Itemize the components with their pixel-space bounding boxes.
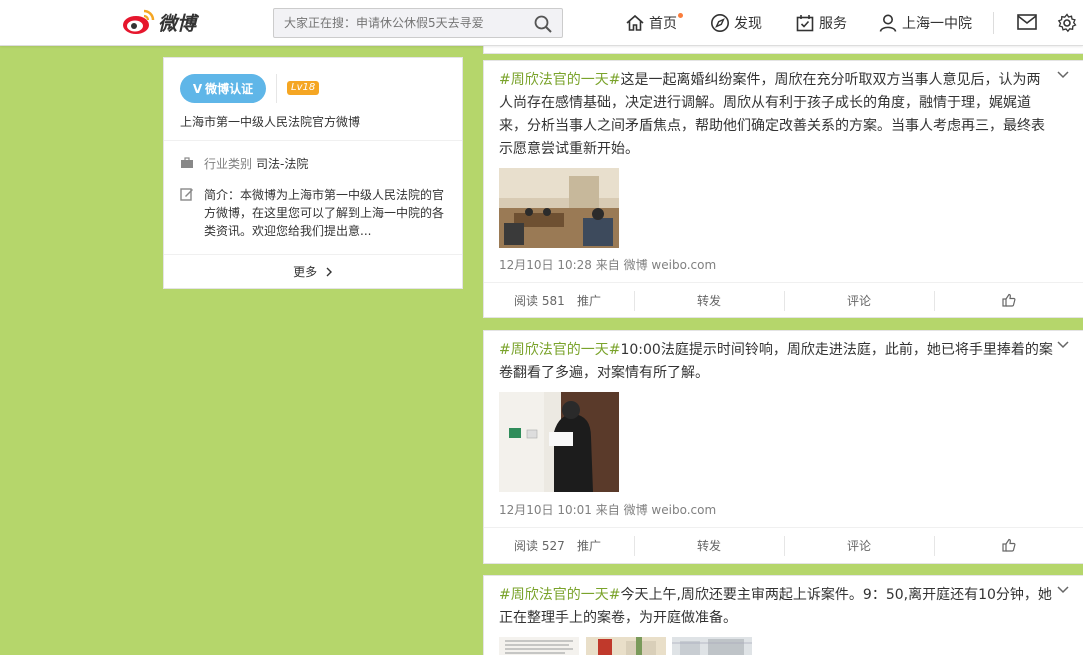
post-image[interactable] — [672, 637, 752, 655]
verified-v-icon: V — [192, 81, 203, 96]
post-time[interactable]: 12月10日 10:28 — [499, 258, 592, 272]
more-label: 更多 — [293, 265, 318, 279]
briefcase-icon — [181, 157, 193, 168]
profile-card: V 微博认证 Lv18 上海市第一中级人民法院官方微博 行业类别 司法-法院 简… — [163, 57, 463, 289]
home-icon — [626, 14, 644, 31]
notification-dot — [678, 13, 683, 18]
post-actions: 阅读 581 推广 转发 评论 — [484, 282, 1083, 318]
intro-row: 简介：本微博为上海市第一中级人民法院的官方微博，在这里您可以了解到上海一中院的各… — [180, 186, 448, 240]
intro-text-block: 简介：本微博为上海市第一中级人民法院的官方微博，在这里您可以了解到上海一中院的各… — [204, 186, 448, 240]
read-label: 阅读 — [514, 539, 539, 553]
post-source-prefix: 来自 — [595, 258, 620, 272]
post-source-prefix: 来自 — [595, 503, 620, 517]
chevron-right-icon — [326, 267, 332, 277]
topic-tag-link[interactable]: #周欣法官的一天# — [499, 342, 620, 358]
more-button[interactable]: 更多 — [164, 263, 462, 280]
post-time[interactable]: 12月10日 10:01 — [499, 503, 592, 517]
nav-discover-label: 发现 — [734, 16, 762, 32]
user-icon — [879, 14, 897, 32]
post-image[interactable] — [499, 392, 619, 492]
weibo-logo-icon — [123, 9, 155, 34]
weibo-post: #周欣法官的一天#10:00法庭提示时间铃响，周欣走进法庭，此前，她已将手里捧着… — [483, 330, 1083, 564]
promote-button[interactable]: 推广 — [577, 528, 601, 564]
edit-icon — [180, 188, 193, 201]
search-input[interactable] — [274, 9, 524, 37]
nav-home-label: 首页 — [649, 16, 677, 32]
intro-label: 简介： — [204, 188, 241, 202]
office-photo — [586, 637, 666, 655]
like-button[interactable] — [934, 283, 1083, 319]
top-navigation-bar: 微博 首页 发现 服务 上海一 — [0, 0, 1083, 46]
gear-icon[interactable] — [1057, 13, 1077, 33]
chevron-down-icon[interactable] — [1057, 71, 1069, 79]
repost-button[interactable]: 转发 — [634, 283, 784, 319]
search-icon[interactable] — [534, 15, 552, 33]
read-label: 阅读 — [514, 294, 539, 308]
repost-button[interactable]: 转发 — [634, 528, 784, 564]
courtroom-photo — [499, 168, 619, 248]
verified-badge[interactable]: V 微博认证 — [180, 74, 266, 103]
promote-label: 推广 — [577, 294, 602, 308]
compass-icon — [711, 14, 729, 32]
badge-divider — [276, 74, 277, 103]
post-text: #周欣法官的一天#10:00法庭提示时间铃响，周欣走进法庭，此前，她已将手里捧着… — [499, 339, 1054, 385]
post-meta: 12月10日 10:28 来自 微博 weibo.com — [499, 256, 716, 273]
repost-label: 转发 — [696, 539, 721, 553]
profile-name: 上海市第一中级人民法院官方微博 — [180, 115, 361, 129]
read-count: 阅读 527 — [514, 528, 565, 564]
post-text: #周欣法官的一天#今天上午,周欣还要主审两起上诉案件。9：50,离开庭还有10分… — [499, 584, 1054, 630]
weibo-logo[interactable]: 微博 — [122, 6, 204, 38]
comment-label: 评论 — [846, 294, 871, 308]
industry-value: 司法-法院 — [256, 157, 309, 171]
promote-label: 推广 — [577, 539, 602, 553]
post-source[interactable]: 微博 weibo.com — [624, 503, 717, 517]
read-value: 527 — [541, 539, 565, 553]
judge-photo — [499, 392, 619, 492]
nav-user-profile[interactable]: 上海一中院 — [878, 0, 972, 46]
nav-divider — [993, 12, 994, 34]
post-meta: 12月10日 10:01 来自 微博 weibo.com — [499, 501, 716, 518]
topic-tag-link[interactable]: #周欣法官的一天# — [499, 587, 620, 603]
nav-service-label: 服务 — [819, 16, 847, 32]
nav-home[interactable]: 首页 — [625, 0, 683, 46]
topic-tag-link[interactable]: #周欣法官的一天# — [499, 72, 620, 88]
chevron-down-icon[interactable] — [1057, 586, 1069, 594]
industry-label: 行业类别 — [204, 157, 253, 171]
chevron-down-icon[interactable] — [1057, 341, 1069, 349]
like-button[interactable] — [934, 528, 1083, 564]
post-actions: 阅读 527 推广 转发 评论 — [484, 527, 1083, 563]
post-text: #周欣法官的一天#这是一起离婚纠纷案件，周欣在充分听取双方当事人意见后，认为两人… — [499, 69, 1054, 161]
document-photo — [499, 637, 579, 655]
read-value: 581 — [541, 294, 565, 308]
nav-user-label: 上海一中院 — [902, 16, 972, 32]
post-source[interactable]: 微博 weibo.com — [624, 258, 717, 272]
industry-row: 行业类别 司法-法院 — [180, 155, 308, 172]
divider — [164, 254, 462, 255]
read-count: 阅读 581 — [514, 283, 565, 319]
thumbs-up-icon — [1002, 293, 1016, 307]
hallway-photo — [672, 637, 752, 655]
weibo-post: #周欣法官的一天#这是一起离婚纠纷案件，周欣在充分听取双方当事人意见后，认为两人… — [483, 60, 1083, 318]
nav-discover[interactable]: 发现 — [710, 0, 762, 46]
post-image[interactable] — [586, 637, 666, 655]
intro-text: 本微博为上海市第一中级人民法院的官方微博，在这里您可以了解到上海一中院的各类资讯… — [204, 188, 445, 238]
previous-post-card-edge — [483, 46, 1083, 54]
post-image[interactable] — [499, 637, 579, 655]
divider — [164, 140, 462, 141]
weibo-post: #周欣法官的一天#今天上午,周欣还要主审两起上诉案件。9：50,离开庭还有10分… — [483, 575, 1083, 655]
comment-button[interactable]: 评论 — [784, 528, 934, 564]
comment-label: 评论 — [846, 539, 871, 553]
thumbs-up-icon — [1002, 538, 1016, 552]
mail-icon[interactable] — [1017, 14, 1037, 30]
logo-text: 微博 — [158, 12, 197, 35]
comment-button[interactable]: 评论 — [784, 283, 934, 319]
level-badge[interactable]: Lv18 — [287, 81, 320, 95]
nav-service[interactable]: 服务 — [795, 0, 847, 46]
repost-label: 转发 — [696, 294, 721, 308]
service-icon — [796, 15, 814, 32]
post-image[interactable] — [499, 168, 619, 248]
search-box[interactable] — [273, 8, 563, 38]
promote-button[interactable]: 推广 — [577, 283, 601, 319]
verified-label: 微博认证 — [205, 82, 254, 96]
